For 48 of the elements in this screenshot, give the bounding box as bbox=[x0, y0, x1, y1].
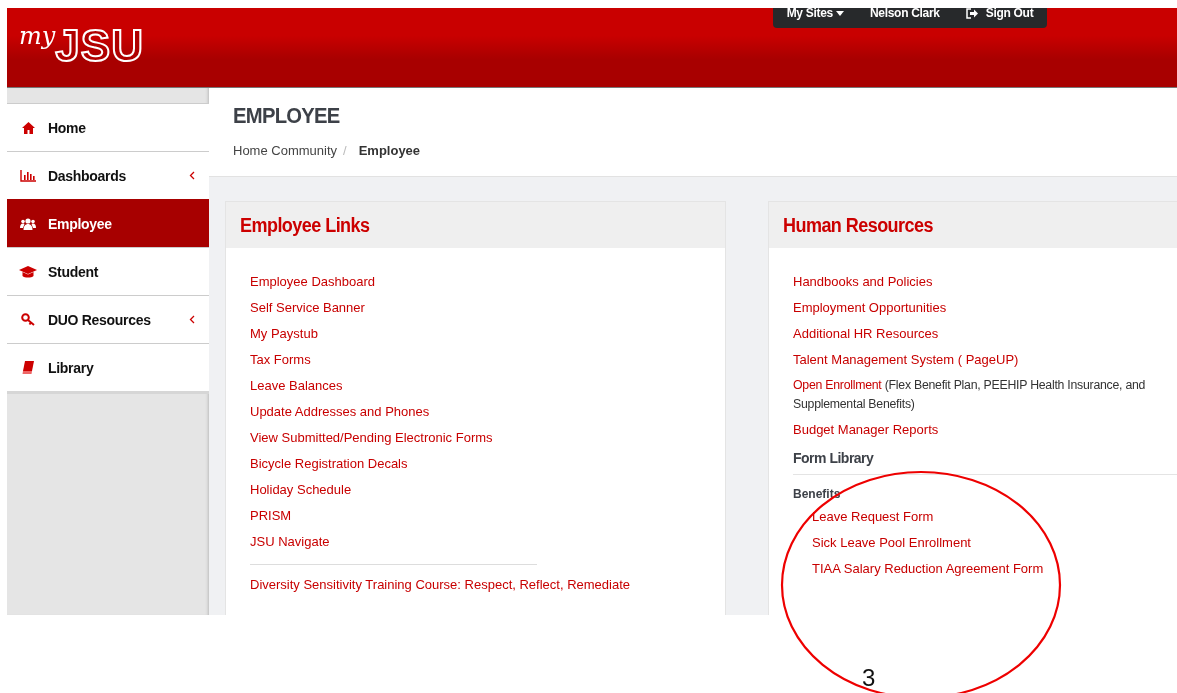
group-heading: Benefits bbox=[793, 487, 841, 501]
link[interactable]: Budget Manager Reports bbox=[793, 422, 939, 438]
bar-chart-icon bbox=[20, 169, 36, 182]
link[interactable]: Update Addresses and Phones bbox=[250, 404, 430, 420]
link[interactable]: Additional HR Resources bbox=[793, 326, 939, 342]
link[interactable]: Diversity Sensitivity Training Course: Respect, Reflect, Remediate bbox=[250, 577, 631, 593]
link[interactable]: View Submitted/Pending Electronic Forms bbox=[250, 430, 493, 446]
my-sites-menu[interactable]: My Sites bbox=[786, 8, 844, 20]
link[interactable]: Open Enrollment bbox=[793, 378, 882, 392]
sidebar-item[interactable]: Employee bbox=[7, 199, 209, 247]
link[interactable]: My Paystub bbox=[250, 326, 318, 342]
link[interactable]: Leave Balances bbox=[250, 378, 343, 394]
link[interactable]: Leave Request Form bbox=[812, 509, 934, 525]
sidebar-item[interactable]: Home bbox=[7, 103, 209, 151]
book-icon bbox=[22, 361, 34, 374]
link[interactable]: Employee Dashboard bbox=[250, 274, 376, 290]
annotation-number: 3 bbox=[862, 664, 876, 692]
sidebar-item[interactable]: DUO Resources bbox=[7, 295, 209, 343]
breadcrumb-current: Employee bbox=[358, 143, 421, 158]
link[interactable]: Tax Forms bbox=[250, 352, 311, 368]
link-paragraph: Open Enrollment (Flex Benefit Plan, PEEHIP Health Insurance, and Supplemental Benefits) bbox=[793, 377, 1147, 413]
link[interactable]: Employment Opportunities bbox=[793, 300, 947, 316]
link[interactable]: Talent Management System ( PageUP) bbox=[793, 352, 1019, 368]
link[interactable]: Bicycle Registration Decals bbox=[250, 456, 408, 472]
user-name-link[interactable]: Nelson Clark bbox=[869, 8, 940, 20]
sidebar-item[interactable]: Student bbox=[7, 247, 209, 295]
breadcrumb-separator: / bbox=[343, 143, 347, 158]
caret-icon bbox=[835, 10, 844, 16]
home-icon bbox=[21, 121, 35, 134]
section-heading: Form Library bbox=[793, 450, 874, 466]
sidebar-item[interactable]: Dashboards bbox=[7, 151, 209, 199]
users-icon bbox=[20, 217, 36, 230]
sidebar-item[interactable]: Library bbox=[7, 343, 209, 394]
link[interactable]: JSU Navigate bbox=[250, 534, 330, 550]
link[interactable]: TIAA Salary Reduction Agreement Form bbox=[812, 561, 1044, 577]
sign-out-icon bbox=[965, 8, 978, 19]
sign-out-link[interactable]: Sign Out bbox=[965, 8, 1034, 20]
graduation-cap-icon bbox=[19, 265, 37, 278]
link[interactable]: Holiday Schedule bbox=[250, 482, 352, 498]
link[interactable]: Sick Leave Pool Enrollment bbox=[812, 535, 971, 551]
breadcrumb-link[interactable]: Home Community bbox=[233, 143, 338, 158]
link[interactable]: Handbooks and Policies bbox=[793, 274, 933, 290]
link[interactable]: Self Service Banner bbox=[250, 300, 365, 316]
page-title: EMPLOYEE bbox=[233, 103, 341, 129]
panel-title: Human Resources bbox=[783, 213, 933, 237]
link[interactable]: PRISM bbox=[250, 508, 292, 524]
key-icon bbox=[21, 313, 35, 326]
panel-title: Employee Links bbox=[240, 213, 370, 237]
